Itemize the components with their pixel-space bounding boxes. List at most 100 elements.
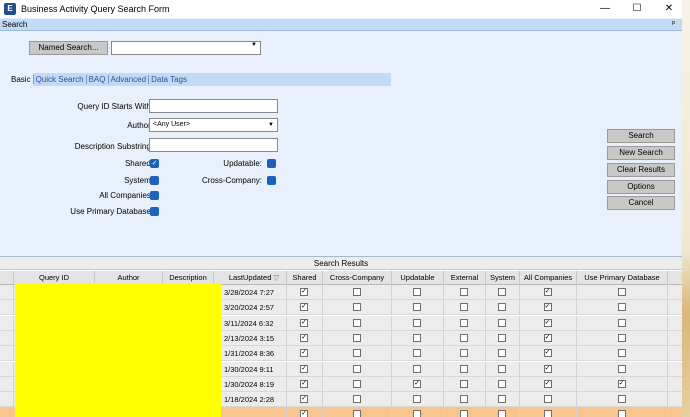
- checkbox-prim[interactable]: [617, 288, 626, 296]
- checkbox-ext[interactable]: [460, 303, 468, 312]
- checkbox-ext[interactable]: [460, 318, 468, 327]
- cell-upd[interactable]: [392, 330, 444, 346]
- checkbox-shared[interactable]: ✓: [300, 288, 308, 296]
- author-dropdown[interactable]: <Any User> ▼: [149, 118, 278, 132]
- cell-sys[interactable]: [486, 407, 520, 417]
- cell-shared[interactable]: ✓: [287, 392, 323, 408]
- checkbox-sys[interactable]: [498, 379, 506, 388]
- checkbox-ext[interactable]: [460, 288, 468, 296]
- checkbox-shared[interactable]: ✓: [300, 395, 308, 404]
- checkbox-sys[interactable]: [498, 303, 506, 312]
- column-header-shared[interactable]: Shared: [287, 271, 323, 285]
- clear-results-button[interactable]: Clear Results: [607, 163, 675, 177]
- cell-prim[interactable]: [577, 346, 668, 362]
- checkbox-prim[interactable]: [617, 318, 626, 327]
- cell-prim[interactable]: [577, 407, 668, 417]
- checkbox-all[interactable]: ✓: [543, 318, 552, 327]
- checkbox-shared[interactable]: ✓: [300, 318, 308, 327]
- cell-all[interactable]: [520, 392, 577, 408]
- checkbox-ext[interactable]: [460, 364, 468, 373]
- column-header-upd[interactable]: Updatable: [392, 271, 444, 285]
- cell-sys[interactable]: [486, 376, 520, 392]
- row-selector[interactable]: [0, 330, 14, 346]
- checkbox-shared[interactable]: ✓: [300, 364, 308, 373]
- checkbox-all[interactable]: [543, 395, 552, 404]
- cell-upd[interactable]: [392, 407, 444, 417]
- column-header-ext[interactable]: External: [444, 271, 486, 285]
- checkbox-all[interactable]: ✓: [543, 349, 552, 358]
- checkbox-prim[interactable]: [617, 395, 626, 404]
- checkbox-prim[interactable]: [617, 364, 626, 373]
- tab-data-tags[interactable]: Data Tags: [149, 73, 189, 86]
- shared-checkbox[interactable]: ✓: [150, 159, 159, 168]
- named-search-button[interactable]: Named Search...: [29, 41, 108, 55]
- row-selector[interactable]: [0, 300, 14, 316]
- maximize-button[interactable]: ☐: [629, 2, 645, 16]
- cross-company-checkbox[interactable]: [267, 176, 276, 185]
- cell-sys[interactable]: [486, 315, 520, 331]
- cell-cross[interactable]: [323, 407, 392, 417]
- checkbox-upd[interactable]: [413, 395, 421, 404]
- cell-ext[interactable]: [444, 392, 486, 408]
- cell-cross[interactable]: [323, 285, 392, 300]
- cell-ext[interactable]: [444, 285, 486, 300]
- query-id-input[interactable]: [149, 99, 278, 113]
- description-input[interactable]: [149, 138, 278, 152]
- cell-last-updated[interactable]: 3/28/2024 7:27: [222, 285, 287, 300]
- cell-cross[interactable]: [323, 392, 392, 408]
- cell-ext[interactable]: [444, 300, 486, 316]
- checkbox-cross[interactable]: [352, 379, 361, 388]
- cell-last-updated[interactable]: 3/20/2024 2:57: [222, 300, 287, 316]
- cell-last-updated[interactable]: [222, 407, 287, 417]
- cell-last-updated[interactable]: 2/13/2024 3:15: [222, 330, 287, 346]
- cell-shared[interactable]: ✓: [287, 361, 323, 377]
- checkbox-all[interactable]: ✓: [543, 364, 552, 373]
- checkbox-upd[interactable]: [413, 364, 421, 373]
- cell-cross[interactable]: [323, 376, 392, 392]
- cell-shared[interactable]: ✓: [287, 330, 323, 346]
- checkbox-shared[interactable]: ✓: [300, 410, 308, 417]
- checkbox-prim[interactable]: ✓: [617, 379, 626, 388]
- cell-prim[interactable]: ✓: [577, 376, 668, 392]
- checkbox-shared[interactable]: ✓: [300, 303, 308, 312]
- row-selector[interactable]: [0, 361, 14, 377]
- cell-shared[interactable]: ✓: [287, 315, 323, 331]
- row-selector[interactable]: [0, 407, 14, 417]
- cell-ext[interactable]: [444, 361, 486, 377]
- checkbox-cross[interactable]: [352, 364, 361, 373]
- cell-all[interactable]: ✓: [520, 315, 577, 331]
- tab-quick-search[interactable]: Quick Search: [34, 73, 86, 86]
- row-selector[interactable]: [0, 285, 14, 300]
- cell-shared[interactable]: ✓: [287, 346, 323, 362]
- checkbox-upd[interactable]: [413, 333, 421, 342]
- cell-shared[interactable]: ✓: [287, 376, 323, 392]
- checkbox-cross[interactable]: [352, 395, 361, 404]
- options-button[interactable]: Options: [607, 180, 675, 194]
- cell-sys[interactable]: [486, 392, 520, 408]
- row-selector[interactable]: [0, 315, 14, 331]
- checkbox-sys[interactable]: [498, 333, 506, 342]
- cell-all[interactable]: ✓: [520, 361, 577, 377]
- cell-last-updated[interactable]: 1/30/2024 8:19: [222, 376, 287, 392]
- cell-prim[interactable]: [577, 315, 668, 331]
- cell-cross[interactable]: [323, 300, 392, 316]
- cell-shared[interactable]: ✓: [287, 300, 323, 316]
- cancel-button[interactable]: Cancel: [607, 196, 675, 210]
- minimize-button[interactable]: —: [597, 2, 613, 16]
- checkbox-prim[interactable]: [617, 349, 626, 358]
- cell-sys[interactable]: [486, 300, 520, 316]
- column-header-sys[interactable]: System: [486, 271, 520, 285]
- checkbox-cross[interactable]: [352, 333, 361, 342]
- checkbox-sys[interactable]: [498, 395, 506, 404]
- checkbox-cross[interactable]: [352, 410, 361, 417]
- checkbox-prim[interactable]: [617, 410, 626, 417]
- cell-upd[interactable]: [392, 392, 444, 408]
- cell-prim[interactable]: [577, 300, 668, 316]
- checkbox-ext[interactable]: [460, 379, 468, 388]
- new-search-button[interactable]: New Search: [607, 146, 675, 160]
- cell-upd[interactable]: [392, 361, 444, 377]
- search-button[interactable]: Search: [607, 129, 675, 143]
- cell-prim[interactable]: [577, 392, 668, 408]
- use-primary-db-checkbox[interactable]: [150, 207, 159, 216]
- pin-icon[interactable]: ᵖ: [672, 19, 675, 28]
